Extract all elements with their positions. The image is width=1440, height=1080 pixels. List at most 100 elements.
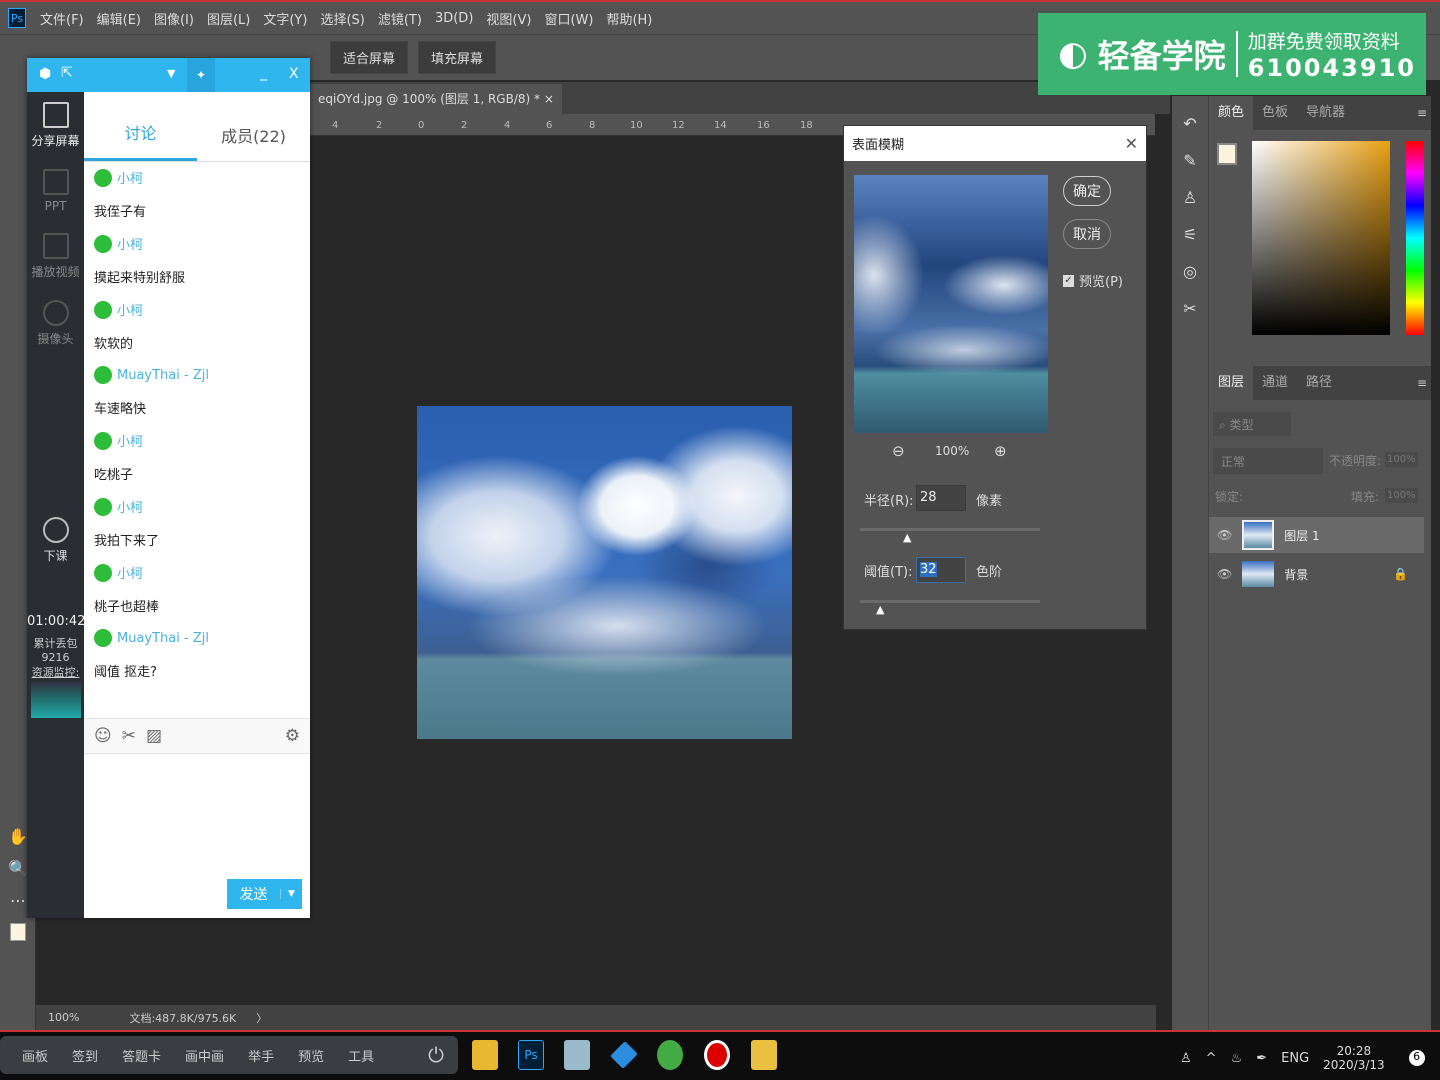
tools-icon[interactable]: ✂ bbox=[1183, 299, 1196, 318]
tools-button[interactable]: 工具 bbox=[348, 1046, 374, 1065]
tab-paths[interactable]: 路径 bbox=[1297, 366, 1341, 400]
send-button[interactable]: 发送 ▼ bbox=[227, 879, 302, 909]
emoji-icon[interactable]: ☺ bbox=[94, 726, 112, 746]
status-arrow[interactable]: 〉 bbox=[256, 1010, 267, 1026]
hue-slider[interactable] bbox=[1406, 141, 1424, 335]
photoshop-taskbar-icon[interactable]: Ps bbox=[518, 1040, 544, 1070]
file-explorer-icon[interactable] bbox=[472, 1040, 498, 1070]
zoom-in-icon[interactable]: ⊕ bbox=[994, 442, 1007, 460]
menu-window[interactable]: 窗口(W) bbox=[544, 9, 593, 28]
ok-button[interactable]: 确定 bbox=[1063, 176, 1111, 206]
panel-menu-icon[interactable]: ≡ bbox=[1417, 376, 1431, 390]
share-screen-button[interactable]: 分享屏幕 bbox=[27, 92, 84, 159]
visibility-eye-icon[interactable]: 👁 bbox=[1217, 528, 1232, 542]
language-indicator[interactable]: ENG bbox=[1281, 1051, 1309, 1066]
whiteboard-button[interactable]: 画板 bbox=[22, 1046, 48, 1065]
layer-row[interactable]: 👁 背景 🔒 bbox=[1209, 556, 1424, 592]
tab-navigator[interactable]: 导航器 bbox=[1297, 96, 1354, 130]
notification-badge[interactable]: 6 bbox=[1408, 1050, 1425, 1066]
preview-checkbox[interactable]: ✓ 预览(P) bbox=[1063, 271, 1123, 290]
menu-help[interactable]: 帮助(H) bbox=[606, 9, 652, 28]
visibility-eye-icon[interactable]: 👁 bbox=[1217, 567, 1232, 581]
close-icon[interactable]: ✕ bbox=[1125, 134, 1138, 153]
resource-monitor-link[interactable]: 资源监控: bbox=[27, 664, 84, 680]
app-icon[interactable] bbox=[751, 1040, 777, 1070]
menu-image[interactable]: 图像(I) bbox=[154, 9, 194, 28]
fill-input[interactable]: 100% bbox=[1385, 488, 1418, 503]
minimize-button[interactable]: _ bbox=[260, 65, 267, 81]
brush-settings-icon[interactable]: ✎ bbox=[1183, 151, 1196, 170]
picture-in-picture-button[interactable]: 画中画 bbox=[185, 1046, 224, 1065]
pin-icon[interactable]: ✦ bbox=[187, 58, 215, 92]
blend-mode-select[interactable]: 正常 bbox=[1213, 448, 1323, 474]
adjustments-icon[interactable]: ⚟ bbox=[1183, 225, 1197, 244]
show-hidden-icon[interactable]: ^ bbox=[1206, 1051, 1217, 1066]
radius-input[interactable]: 28 bbox=[916, 485, 966, 511]
layer-row[interactable]: 👁 图层 1 bbox=[1209, 517, 1424, 553]
history-icon[interactable]: ↶ bbox=[1183, 114, 1196, 133]
tab-color[interactable]: 颜色 bbox=[1209, 96, 1254, 130]
threshold-slider[interactable] bbox=[860, 600, 1040, 603]
fill-screen-button[interactable]: 填充屏幕 bbox=[418, 41, 497, 74]
preview-button[interactable]: 预览 bbox=[298, 1046, 324, 1065]
checkbox-icon[interactable]: ✓ bbox=[1063, 274, 1074, 287]
end-class-button[interactable]: 下课 bbox=[27, 507, 84, 574]
menu-filter[interactable]: 滤镜(T) bbox=[378, 9, 422, 28]
tab-discussion[interactable]: 讨论 bbox=[84, 120, 197, 161]
share-icon[interactable]: ⇱ bbox=[61, 65, 73, 81]
layer-name[interactable]: 背景 bbox=[1284, 566, 1308, 583]
opacity-input[interactable]: 100% bbox=[1385, 452, 1418, 467]
camera-button[interactable]: 摄像头 bbox=[27, 290, 84, 357]
menu-layer[interactable]: 图层(L) bbox=[207, 9, 250, 28]
foreground-color[interactable] bbox=[1217, 143, 1237, 165]
menu-view[interactable]: 视图(V) bbox=[486, 9, 531, 28]
answer-card-button[interactable]: 答题卡 bbox=[122, 1046, 161, 1065]
status-zoom[interactable]: 100% bbox=[48, 1011, 79, 1024]
pen-icon[interactable]: ✒ bbox=[1256, 1051, 1267, 1066]
menu-file[interactable]: 文件(F) bbox=[40, 9, 84, 28]
power-icon[interactable]: ⏻ bbox=[428, 1043, 444, 1067]
clock[interactable]: 20:28 2020/3/13 bbox=[1323, 1044, 1385, 1072]
threshold-slider-handle[interactable]: ▲ bbox=[876, 603, 884, 616]
menu-3d[interactable]: 3D(D) bbox=[435, 11, 473, 26]
app-icon[interactable] bbox=[657, 1040, 683, 1070]
radius-slider[interactable] bbox=[860, 528, 1040, 531]
layer-name[interactable]: 图层 1 bbox=[1284, 527, 1319, 544]
dropdown-icon[interactable]: ▼ bbox=[167, 67, 175, 80]
cancel-button[interactable]: 取消 bbox=[1063, 219, 1111, 249]
fit-screen-button[interactable]: 适合屏幕 bbox=[330, 41, 409, 74]
menu-select[interactable]: 选择(S) bbox=[320, 9, 364, 28]
document-tab[interactable]: eqiOYd.jpg @ 100% (图层 1, RGB/8) * × bbox=[310, 84, 562, 114]
clone-source-icon[interactable]: ♙ bbox=[1183, 188, 1197, 207]
close-tab-icon[interactable]: × bbox=[544, 92, 554, 106]
scissors-icon[interactable]: ✂ bbox=[122, 726, 136, 746]
send-options-icon[interactable]: ▼ bbox=[280, 889, 302, 899]
raise-hand-button[interactable]: 举手 bbox=[248, 1046, 274, 1065]
ppt-button[interactable]: PPT bbox=[27, 159, 84, 223]
settings-icon[interactable]: ⚙ bbox=[285, 726, 300, 746]
zoom-out-icon[interactable]: ⊖ bbox=[892, 442, 905, 460]
sign-in-button[interactable]: 签到 bbox=[72, 1046, 98, 1065]
tab-layers[interactable]: 图层 bbox=[1209, 366, 1254, 400]
color-field[interactable] bbox=[1252, 141, 1390, 335]
creative-cloud-icon[interactable]: ◎ bbox=[1183, 262, 1197, 281]
menu-edit[interactable]: 编辑(E) bbox=[97, 9, 141, 28]
threshold-input[interactable]: 32 bbox=[916, 557, 966, 583]
people-icon[interactable]: ♙ bbox=[1180, 1051, 1192, 1066]
play-video-button[interactable]: 播放视频 bbox=[27, 223, 84, 290]
foreground-color-swatch[interactable] bbox=[0, 916, 36, 948]
layer-filter-select[interactable]: ⌕ 类型 bbox=[1213, 412, 1291, 436]
tray-app-icon[interactable]: ♨ bbox=[1231, 1051, 1243, 1066]
image-icon[interactable]: ▨ bbox=[146, 726, 162, 746]
tab-swatches[interactable]: 色板 bbox=[1253, 96, 1297, 130]
radius-slider-handle[interactable]: ▲ bbox=[903, 531, 911, 544]
canvas-image[interactable] bbox=[417, 406, 792, 739]
tab-channels[interactable]: 通道 bbox=[1253, 366, 1297, 400]
preview-image[interactable] bbox=[854, 175, 1048, 433]
app-icon[interactable] bbox=[564, 1040, 590, 1070]
tab-members[interactable]: 成员(22) bbox=[197, 123, 310, 161]
record-icon[interactable] bbox=[704, 1040, 730, 1070]
menu-type[interactable]: 文字(Y) bbox=[263, 9, 307, 28]
close-button[interactable]: X bbox=[289, 66, 299, 82]
shield-icon[interactable]: ⬢ bbox=[39, 66, 51, 82]
